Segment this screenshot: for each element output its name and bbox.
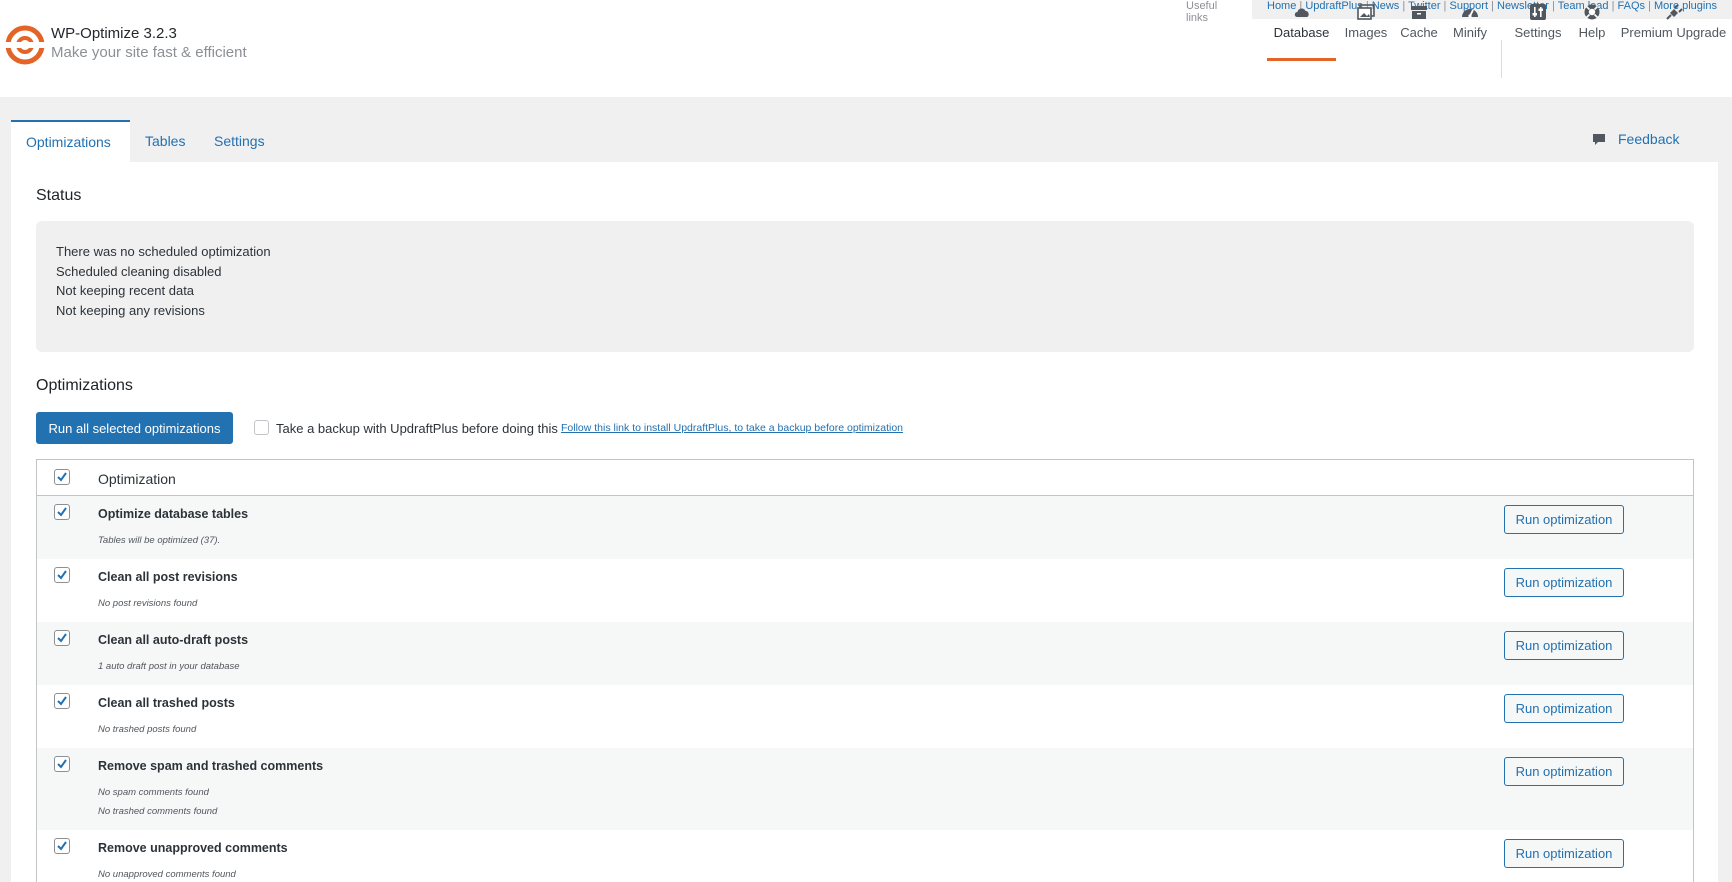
run-optimization-button[interactable]: Run optimization — [1504, 505, 1624, 534]
run-optimization-button[interactable]: Run optimization — [1504, 568, 1624, 597]
optimization-note: No trashed comments found — [98, 806, 218, 817]
checkmark-icon — [57, 633, 67, 643]
table-row: Clean all post revisions No post revisio… — [37, 559, 1693, 622]
optimization-note: No post revisions found — [98, 598, 198, 609]
row-checkbox[interactable] — [54, 838, 70, 854]
checkmark-icon — [57, 570, 67, 580]
table-row: Remove unapproved comments No unapproved… — [37, 830, 1693, 882]
nav-minify-label: Minify — [1453, 25, 1487, 40]
row-checkbox[interactable] — [54, 756, 70, 772]
nav-settings-label: Settings — [1514, 25, 1562, 40]
app-subtitle: Make your site fast & efficient — [51, 44, 247, 61]
row-checkbox[interactable] — [54, 504, 70, 520]
app-title: WP-Optimize 3.2.3 — [51, 25, 177, 42]
run-optimization-button[interactable]: Run optimization — [1504, 839, 1624, 868]
run-optimization-button[interactable]: Run optimization — [1504, 631, 1624, 660]
tab-settings[interactable]: Settings — [199, 120, 280, 162]
nav-premium-upgrade[interactable]: Premium Upgrade — [1619, 0, 1728, 61]
run-optimization-button[interactable]: Run optimization — [1504, 757, 1624, 786]
settings-icon — [1530, 4, 1546, 20]
status-line: Scheduled cleaning disabled — [56, 263, 222, 279]
nav-cache-label: Cache — [1400, 25, 1438, 40]
nav-images[interactable]: Images — [1340, 0, 1392, 61]
optimization-title: Remove spam and trashed comments — [98, 759, 324, 773]
checkmark-icon — [57, 696, 67, 706]
plug-icon — [1665, 4, 1683, 20]
backup-checkbox[interactable] — [254, 420, 269, 435]
nav-cache[interactable]: Cache — [1395, 0, 1443, 61]
nav-minify[interactable]: Minify — [1447, 0, 1493, 61]
row-checkbox[interactable] — [54, 567, 70, 583]
nav-help[interactable]: Help — [1573, 0, 1611, 61]
nav-divider — [1501, 40, 1502, 78]
status-line: Not keeping any revisions — [56, 302, 205, 318]
cloud-icon — [1294, 8, 1309, 17]
checkmark-icon — [57, 841, 67, 851]
dashboard-icon — [1462, 9, 1478, 18]
install-updraftplus-link[interactable]: Follow this link to install UpdraftPlus,… — [561, 422, 903, 434]
table-row: Optimize database tables Tables will be … — [37, 496, 1693, 559]
table-header: Optimization — [37, 460, 1693, 496]
useful-links-label: Useful links — [1186, 0, 1218, 24]
optimization-note: 1 auto draft post in your database — [98, 661, 240, 672]
table-row: Clean all trashed posts No trashed posts… — [37, 685, 1693, 748]
lifebuoy-icon — [1584, 4, 1600, 20]
nav-database-label: Database — [1273, 25, 1330, 40]
optimization-title: Optimize database tables — [98, 507, 249, 521]
nav-database[interactable]: Database — [1267, 0, 1336, 61]
optimization-title: Remove unapproved comments — [98, 841, 288, 855]
feedback-label: Feedback — [1618, 131, 1680, 147]
checkmark-icon — [57, 472, 67, 482]
optimization-title: Clean all auto-draft posts — [98, 633, 249, 647]
comment-icon — [1593, 134, 1605, 145]
status-heading: Status — [36, 187, 82, 204]
table-row: Remove spam and trashed comments No spam… — [37, 748, 1693, 830]
wp-optimize-logo-icon — [5, 25, 45, 65]
top-header: WP-Optimize 3.2.3 Make your site fast & … — [0, 0, 1732, 97]
archive-icon — [1411, 6, 1427, 19]
nav-settings[interactable]: Settings — [1512, 0, 1564, 61]
tab-tables[interactable]: Tables — [130, 120, 200, 162]
images-icon — [1357, 4, 1375, 20]
optimization-title: Clean all trashed posts — [98, 696, 235, 710]
optimization-note: No spam comments found — [98, 787, 209, 798]
status-box: There was no scheduled optimization Sche… — [36, 221, 1694, 352]
status-line: Not keeping recent data — [56, 283, 195, 298]
nav-premium-upgrade-label: Premium Upgrade — [1620, 25, 1727, 40]
optimization-note: No trashed posts found — [98, 724, 197, 735]
checkmark-icon — [57, 759, 67, 769]
nav-images-label: Images — [1344, 25, 1388, 40]
backup-label: Take a backup with UpdraftPlus before do… — [276, 421, 558, 436]
status-line: There was no scheduled optimization — [56, 244, 271, 259]
run-optimization-button[interactable]: Run optimization — [1504, 694, 1624, 723]
checkmark-icon — [57, 507, 67, 517]
row-checkbox[interactable] — [54, 630, 70, 646]
optimization-note: No unapproved comments found — [98, 869, 236, 880]
row-checkbox[interactable] — [54, 693, 70, 709]
optimization-title: Clean all post revisions — [98, 570, 238, 584]
feedback-link[interactable]: Feedback — [1593, 131, 1680, 147]
optimization-note: Tables will be optimized (37). — [98, 535, 221, 546]
column-optimization: Optimization — [98, 471, 176, 487]
optimizations-table: Optimization Optimize database tables Ta… — [36, 459, 1694, 882]
optimizations-heading: Optimizations — [36, 377, 133, 394]
run-all-optimizations-button[interactable]: Run all selected optimizations — [36, 412, 233, 444]
main-panel: Status There was no scheduled optimizati… — [11, 162, 1718, 882]
tab-optimizations[interactable]: Optimizations — [11, 120, 130, 162]
select-all-checkbox[interactable] — [54, 469, 70, 485]
nav-help-label: Help — [1578, 25, 1606, 40]
table-row: Clean all auto-draft posts 1 auto draft … — [37, 622, 1693, 685]
